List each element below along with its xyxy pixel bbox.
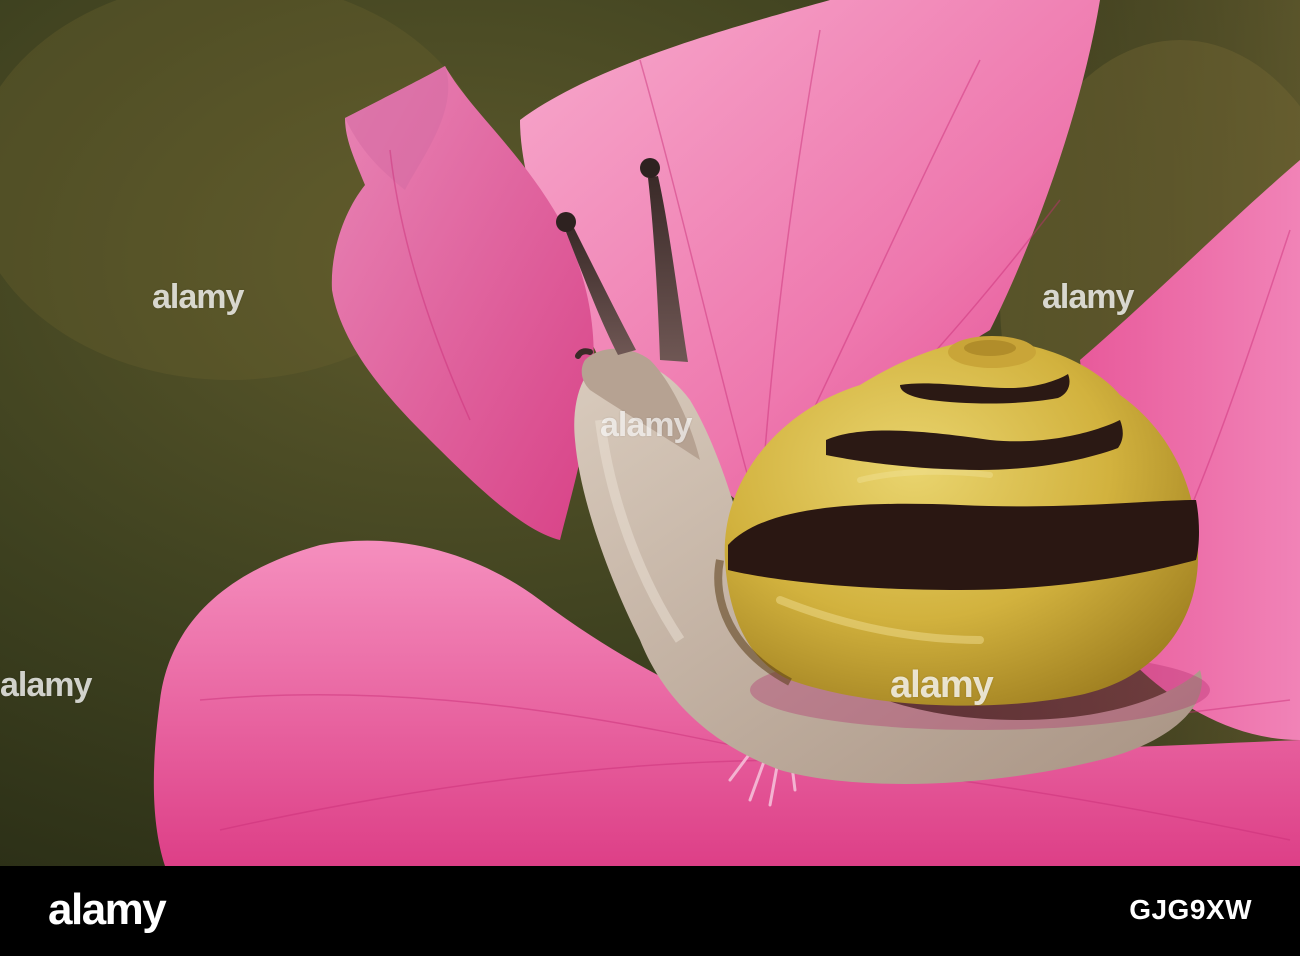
watermark-text: alamy [1042,278,1134,316]
watermark-text: alamy [0,666,92,704]
watermark-text: alamy [152,278,244,316]
image-id-label: GJG9XW [1129,894,1252,925]
brand-logo: alamy [48,885,167,934]
stock-photo-frame: alamy alamy alamy alamy alamy alamy GJG9… [0,0,1300,956]
watermark-text: alamy [600,406,692,444]
watermark-text: alamy [890,664,994,706]
footer-bar [0,866,1300,956]
